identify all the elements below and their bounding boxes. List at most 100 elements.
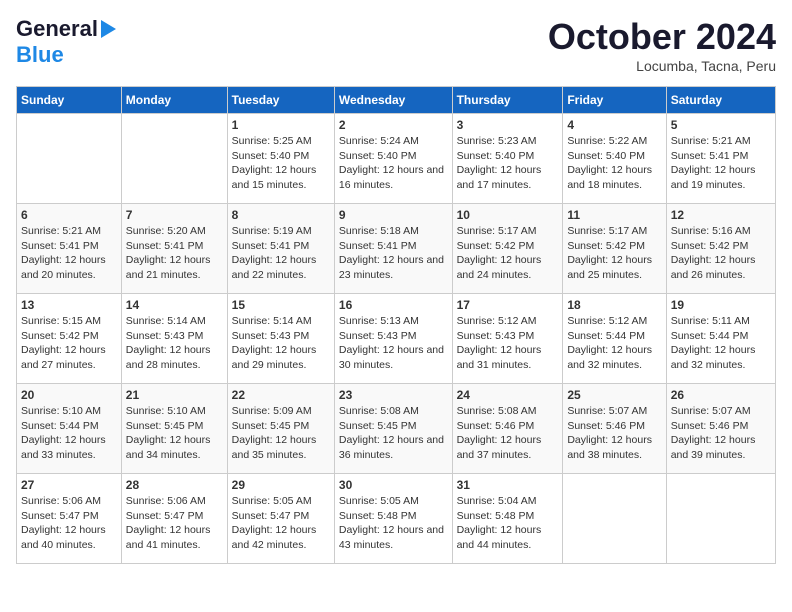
calendar-table: SundayMondayTuesdayWednesdayThursdayFrid… xyxy=(16,86,776,564)
day-number: 11 xyxy=(567,208,661,222)
day-number: 10 xyxy=(457,208,559,222)
day-detail: Sunrise: 5:23 AM Sunset: 5:40 PM Dayligh… xyxy=(457,134,559,193)
calendar-day-cell: 25 Sunrise: 5:07 AM Sunset: 5:46 PM Dayli… xyxy=(563,384,666,474)
calendar-day-cell: 26 Sunrise: 5:07 AM Sunset: 5:46 PM Dayli… xyxy=(666,384,775,474)
weekday-header-cell: Saturday xyxy=(666,87,775,114)
day-number: 8 xyxy=(232,208,330,222)
weekday-header-row: SundayMondayTuesdayWednesdayThursdayFrid… xyxy=(17,87,776,114)
day-detail: Sunrise: 5:24 AM Sunset: 5:40 PM Dayligh… xyxy=(339,134,448,193)
weekday-header-cell: Monday xyxy=(121,87,227,114)
day-number: 3 xyxy=(457,118,559,132)
day-number: 4 xyxy=(567,118,661,132)
logo-blue: Blue xyxy=(16,42,64,67)
day-number: 1 xyxy=(232,118,330,132)
day-detail: Sunrise: 5:06 AM Sunset: 5:47 PM Dayligh… xyxy=(126,494,223,553)
calendar-day-cell: 10Sunrise: 5:17 AM Sunset: 5:42 PM Dayli… xyxy=(452,204,563,294)
day-number: 19 xyxy=(671,298,771,312)
month-title: October 2024 xyxy=(548,16,776,58)
day-number: 18 xyxy=(567,298,661,312)
day-detail: Sunrise: 5:15 AM Sunset: 5:42 PM Dayligh… xyxy=(21,314,117,373)
calendar-day-cell xyxy=(563,474,666,564)
day-detail: Sunrise: 5:05 AM Sunset: 5:47 PM Dayligh… xyxy=(232,494,330,553)
day-detail: Sunrise: 5:06 AM Sunset: 5:47 PM Dayligh… xyxy=(21,494,117,553)
calendar-day-cell: 4 Sunrise: 5:22 AM Sunset: 5:40 PM Daylig… xyxy=(563,114,666,204)
calendar-day-cell: 8Sunrise: 5:19 AM Sunset: 5:41 PM Daylig… xyxy=(227,204,334,294)
calendar-day-cell: 11 Sunrise: 5:17 AM Sunset: 5:42 PM Dayli… xyxy=(563,204,666,294)
day-number: 27 xyxy=(21,478,117,492)
day-number: 28 xyxy=(126,478,223,492)
day-number: 22 xyxy=(232,388,330,402)
day-number: 12 xyxy=(671,208,771,222)
calendar-day-cell: 24 Sunrise: 5:08 AM Sunset: 5:46 PM Dayli… xyxy=(452,384,563,474)
calendar-week-row: 27 Sunrise: 5:06 AM Sunset: 5:47 PM Dayli… xyxy=(17,474,776,564)
day-detail: Sunrise: 5:20 AM Sunset: 5:41 PM Dayligh… xyxy=(126,224,223,283)
calendar-week-row: 1 Sunrise: 5:25 AM Sunset: 5:40 PM Daylig… xyxy=(17,114,776,204)
day-number: 6 xyxy=(21,208,117,222)
calendar-day-cell: 31Sunrise: 5:04 AM Sunset: 5:48 PM Dayli… xyxy=(452,474,563,564)
calendar-week-row: 20 Sunrise: 5:10 AM Sunset: 5:44 PM Dayli… xyxy=(17,384,776,474)
calendar-day-cell: 6 Sunrise: 5:21 AM Sunset: 5:41 PM Daylig… xyxy=(17,204,122,294)
calendar-day-cell xyxy=(666,474,775,564)
weekday-header-cell: Wednesday xyxy=(334,87,452,114)
calendar-body: 1 Sunrise: 5:25 AM Sunset: 5:40 PM Daylig… xyxy=(17,114,776,564)
calendar-day-cell: 21Sunrise: 5:10 AM Sunset: 5:45 PM Dayli… xyxy=(121,384,227,474)
day-detail: Sunrise: 5:13 AM Sunset: 5:43 PM Dayligh… xyxy=(339,314,448,373)
day-detail: Sunrise: 5:08 AM Sunset: 5:46 PM Dayligh… xyxy=(457,404,559,463)
day-detail: Sunrise: 5:21 AM Sunset: 5:41 PM Dayligh… xyxy=(21,224,117,283)
calendar-day-cell xyxy=(17,114,122,204)
calendar-day-cell: 9 Sunrise: 5:18 AM Sunset: 5:41 PM Daylig… xyxy=(334,204,452,294)
day-number: 9 xyxy=(339,208,448,222)
day-number: 17 xyxy=(457,298,559,312)
weekday-header-cell: Tuesday xyxy=(227,87,334,114)
calendar-day-cell: 16 Sunrise: 5:13 AM Sunset: 5:43 PM Dayli… xyxy=(334,294,452,384)
day-detail: Sunrise: 5:07 AM Sunset: 5:46 PM Dayligh… xyxy=(567,404,661,463)
day-number: 30 xyxy=(339,478,448,492)
calendar-day-cell: 3 Sunrise: 5:23 AM Sunset: 5:40 PM Daylig… xyxy=(452,114,563,204)
calendar-week-row: 13Sunrise: 5:15 AM Sunset: 5:42 PM Dayli… xyxy=(17,294,776,384)
calendar-day-cell: 13Sunrise: 5:15 AM Sunset: 5:42 PM Dayli… xyxy=(17,294,122,384)
logo-arrow-icon xyxy=(101,20,116,38)
calendar-day-cell: 17Sunrise: 5:12 AM Sunset: 5:43 PM Dayli… xyxy=(452,294,563,384)
weekday-header-cell: Sunday xyxy=(17,87,122,114)
day-detail: Sunrise: 5:10 AM Sunset: 5:44 PM Dayligh… xyxy=(21,404,117,463)
day-number: 25 xyxy=(567,388,661,402)
calendar-day-cell xyxy=(121,114,227,204)
day-detail: Sunrise: 5:18 AM Sunset: 5:41 PM Dayligh… xyxy=(339,224,448,283)
calendar-day-cell: 1 Sunrise: 5:25 AM Sunset: 5:40 PM Daylig… xyxy=(227,114,334,204)
day-number: 24 xyxy=(457,388,559,402)
day-detail: Sunrise: 5:12 AM Sunset: 5:44 PM Dayligh… xyxy=(567,314,661,373)
location-subtitle: Locumba, Tacna, Peru xyxy=(548,58,776,74)
day-number: 5 xyxy=(671,118,771,132)
calendar-day-cell: 28 Sunrise: 5:06 AM Sunset: 5:47 PM Dayli… xyxy=(121,474,227,564)
day-detail: Sunrise: 5:14 AM Sunset: 5:43 PM Dayligh… xyxy=(232,314,330,373)
day-detail: Sunrise: 5:05 AM Sunset: 5:48 PM Dayligh… xyxy=(339,494,448,553)
day-number: 16 xyxy=(339,298,448,312)
day-number: 7 xyxy=(126,208,223,222)
day-number: 29 xyxy=(232,478,330,492)
calendar-day-cell: 7 Sunrise: 5:20 AM Sunset: 5:41 PM Daylig… xyxy=(121,204,227,294)
calendar-day-cell: 19 Sunrise: 5:11 AM Sunset: 5:44 PM Dayli… xyxy=(666,294,775,384)
day-detail: Sunrise: 5:25 AM Sunset: 5:40 PM Dayligh… xyxy=(232,134,330,193)
calendar-day-cell: 20 Sunrise: 5:10 AM Sunset: 5:44 PM Dayli… xyxy=(17,384,122,474)
page-header: General Blue October 2024 Locumba, Tacna… xyxy=(16,16,776,74)
calendar-day-cell: 15Sunrise: 5:14 AM Sunset: 5:43 PM Dayli… xyxy=(227,294,334,384)
day-detail: Sunrise: 5:17 AM Sunset: 5:42 PM Dayligh… xyxy=(567,224,661,283)
day-number: 14 xyxy=(126,298,223,312)
day-number: 26 xyxy=(671,388,771,402)
day-detail: Sunrise: 5:04 AM Sunset: 5:48 PM Dayligh… xyxy=(457,494,559,553)
day-number: 20 xyxy=(21,388,117,402)
day-detail: Sunrise: 5:11 AM Sunset: 5:44 PM Dayligh… xyxy=(671,314,771,373)
calendar-day-cell: 18 Sunrise: 5:12 AM Sunset: 5:44 PM Dayli… xyxy=(563,294,666,384)
calendar-day-cell: 14Sunrise: 5:14 AM Sunset: 5:43 PM Dayli… xyxy=(121,294,227,384)
day-detail: Sunrise: 5:21 AM Sunset: 5:41 PM Dayligh… xyxy=(671,134,771,193)
day-detail: Sunrise: 5:16 AM Sunset: 5:42 PM Dayligh… xyxy=(671,224,771,283)
day-detail: Sunrise: 5:22 AM Sunset: 5:40 PM Dayligh… xyxy=(567,134,661,193)
day-number: 21 xyxy=(126,388,223,402)
title-block: October 2024 Locumba, Tacna, Peru xyxy=(548,16,776,74)
calendar-day-cell: 5 Sunrise: 5:21 AM Sunset: 5:41 PM Daylig… xyxy=(666,114,775,204)
day-detail: Sunrise: 5:07 AM Sunset: 5:46 PM Dayligh… xyxy=(671,404,771,463)
calendar-day-cell: 27 Sunrise: 5:06 AM Sunset: 5:47 PM Dayli… xyxy=(17,474,122,564)
logo: General Blue xyxy=(16,16,116,68)
calendar-day-cell: 29 Sunrise: 5:05 AM Sunset: 5:47 PM Dayli… xyxy=(227,474,334,564)
day-detail: Sunrise: 5:09 AM Sunset: 5:45 PM Dayligh… xyxy=(232,404,330,463)
